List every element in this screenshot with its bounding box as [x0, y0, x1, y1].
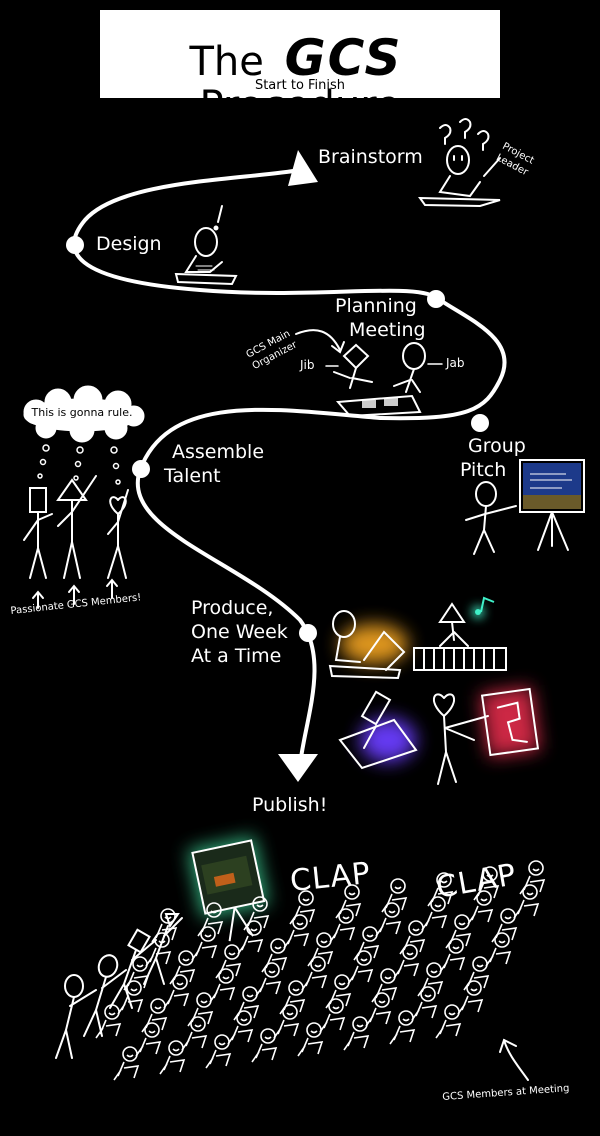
audience-member — [435, 1004, 462, 1039]
jab-label: Jab — [446, 356, 465, 370]
stage-publish: Publish! — [252, 793, 327, 817]
audience-member — [485, 932, 512, 967]
stage-assemble-line2: Talent — [164, 465, 221, 487]
audience-member — [439, 938, 466, 973]
jib-jab-figures — [295, 329, 443, 418]
stage-brainstorm: Brainstorm — [318, 145, 423, 169]
audience-member — [113, 1046, 140, 1081]
audience-member — [329, 908, 356, 943]
audience-member — [237, 920, 264, 955]
node-planning — [427, 290, 445, 308]
presenters — [55, 913, 183, 1059]
audience-member — [411, 986, 438, 1021]
pitch-screen-ground — [523, 495, 581, 509]
audience-member — [365, 992, 392, 1027]
node-design — [66, 236, 84, 254]
passionate-members — [23, 475, 129, 609]
audience-member — [163, 974, 190, 1009]
stage-assemble-line1: Assemble — [172, 441, 265, 463]
audience-member — [181, 1016, 208, 1051]
audience-member — [297, 1022, 324, 1057]
audience-member — [135, 1022, 162, 1057]
audience-member — [117, 980, 144, 1015]
audience-member — [319, 998, 346, 1033]
stage-produce-line2: One Week — [191, 621, 288, 643]
publish-screen — [191, 839, 266, 942]
audience-member — [191, 926, 218, 961]
music-note-icon — [472, 596, 495, 618]
stage-design-label: Design — [96, 233, 162, 255]
stage-planning: Planning Meeting — [335, 294, 426, 342]
jib-label: Jib — [300, 358, 315, 372]
procedure-diagram: The GCS Procedure Start to Finish Brains… — [0, 0, 600, 1136]
node-pitch — [471, 414, 489, 432]
audience-member — [375, 902, 402, 937]
stage-pitch: Group Pitch — [460, 434, 526, 482]
node-produce — [299, 624, 317, 642]
start-arrow — [288, 150, 318, 186]
stage-brainstorm-label: Brainstorm — [318, 146, 423, 168]
end-arrow — [278, 754, 318, 782]
audience-member — [283, 914, 310, 949]
stage-produce: Produce, One Week At a Time — [191, 596, 288, 668]
audience-member — [347, 950, 374, 985]
thought-bubbles — [37, 444, 121, 485]
audience-member — [343, 1016, 370, 1051]
stage-planning-line2: Meeting — [349, 319, 426, 341]
audience-member — [251, 1028, 278, 1063]
stage-assemble: Assemble Talent — [164, 440, 264, 488]
stage-pitch-line2: Pitch — [460, 459, 507, 481]
designer-figure — [174, 205, 238, 286]
audience-member — [273, 1004, 300, 1039]
stage-pitch-line1: Group — [468, 435, 526, 457]
stage-planning-line1: Planning — [335, 295, 417, 317]
audience-member — [457, 980, 484, 1015]
node-assemble — [132, 460, 150, 478]
audience-member — [255, 962, 282, 997]
stage-produce-line1: Produce, — [191, 597, 274, 619]
audience-member — [301, 956, 328, 991]
composer-figure — [413, 602, 507, 671]
audience-member — [389, 1010, 416, 1045]
audience-member — [209, 968, 236, 1003]
thought-text: This is gonna rule. — [31, 406, 133, 419]
stage-produce-line3: At a Time — [191, 645, 282, 667]
project-leader-figure — [418, 118, 501, 208]
audience-member — [205, 1034, 232, 1069]
stage-publish-label: Publish! — [252, 794, 328, 816]
stage-design: Design — [96, 232, 162, 256]
audience-member — [393, 944, 420, 979]
audience-member — [159, 1040, 186, 1075]
audience-member — [227, 1010, 254, 1045]
audience-arrow — [499, 1038, 529, 1081]
